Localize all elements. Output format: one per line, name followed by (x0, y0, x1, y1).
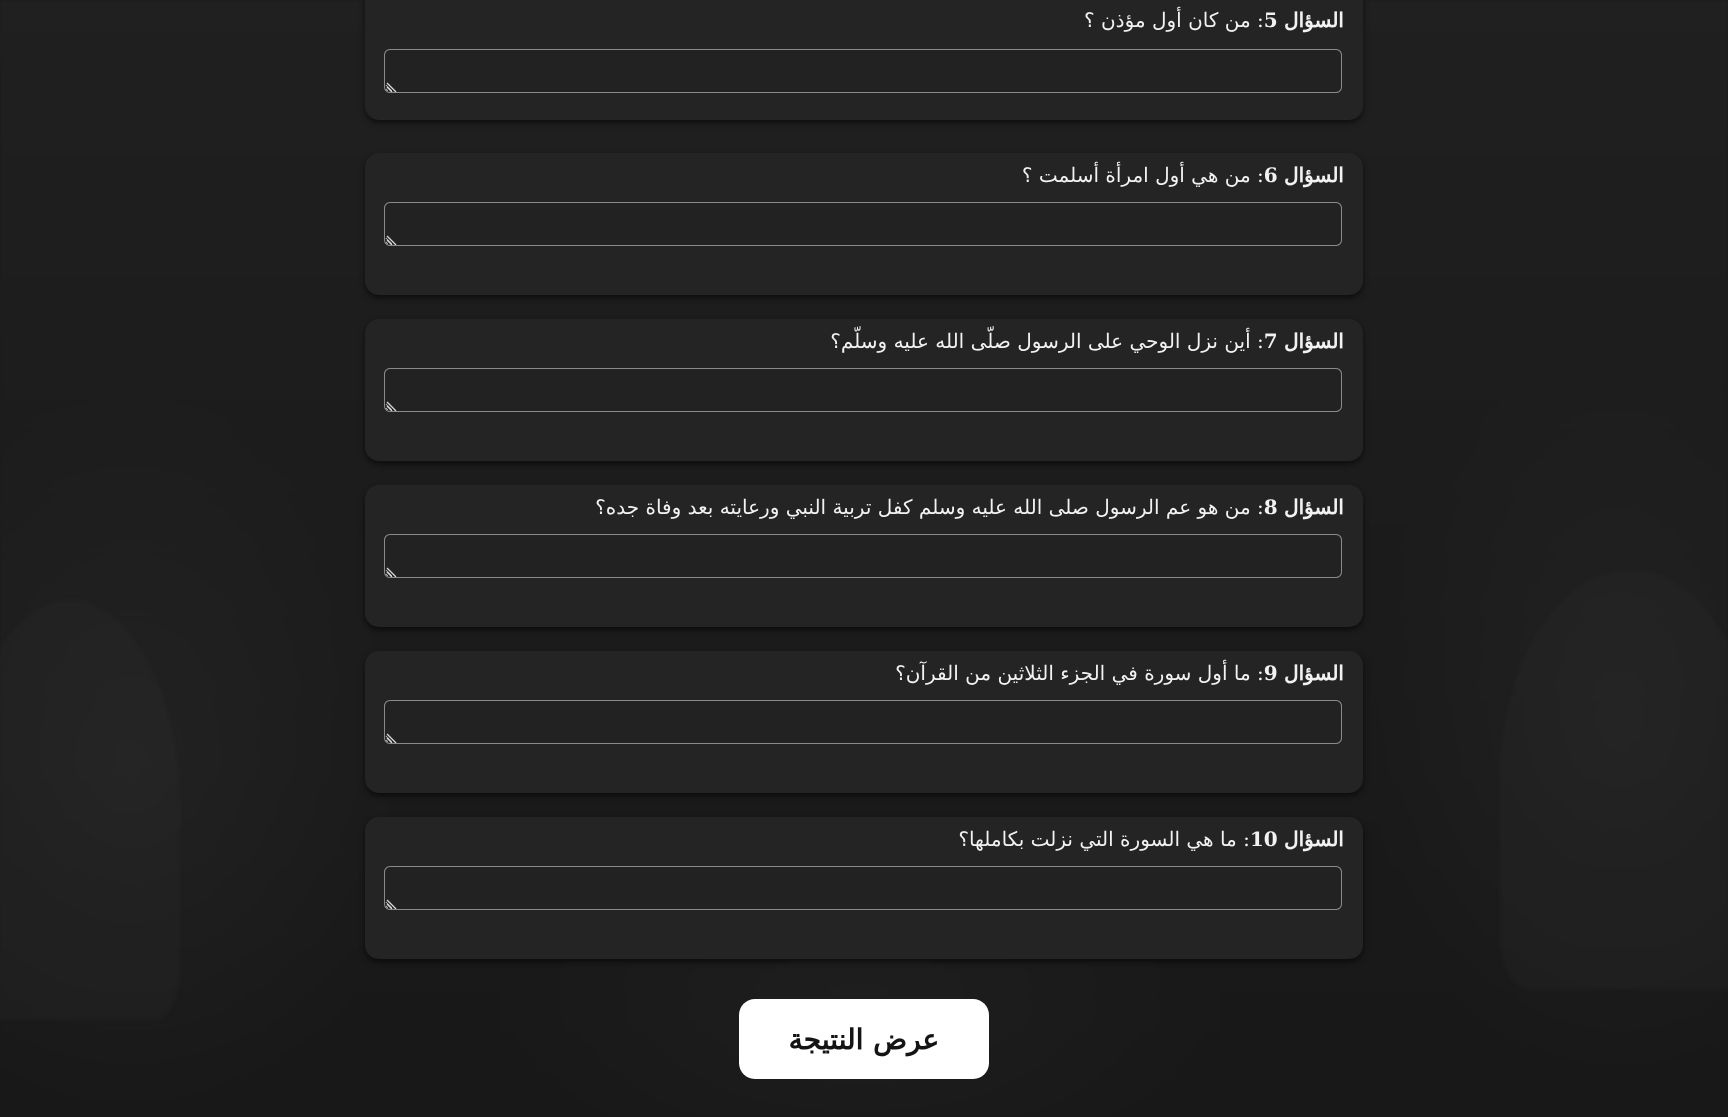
question-card: السؤال 10: ما هي السورة التي نزلت بكامله… (365, 817, 1363, 959)
question-label: السؤال (1284, 827, 1344, 851)
question-separator: : (1257, 8, 1264, 32)
question-body: ما أول سورة في الجزء الثلاثين من القرآن؟ (895, 661, 1251, 685)
question-separator: : (1257, 329, 1264, 353)
question-number: 9 (1263, 661, 1278, 685)
question-card: السؤال 6: من هي أول امرأة أسلمت ؟ (365, 153, 1363, 295)
question-text: السؤال 6: من هي أول امرأة أسلمت ؟ (1022, 161, 1344, 189)
question-number: 10 (1249, 827, 1278, 851)
question-card: السؤال 7: أين نزل الوحي على الرسول صلّى … (365, 319, 1363, 461)
answer-field[interactable] (384, 866, 1342, 910)
answer-field[interactable] (384, 202, 1342, 246)
question-card: السؤال 9: ما أول سورة في الجزء الثلاثين … (365, 651, 1363, 793)
question-body: من كان أول مؤذن ؟ (1084, 8, 1251, 32)
question-number: 5 (1263, 8, 1278, 32)
question-separator: : (1257, 163, 1264, 187)
question-label: السؤال (1284, 329, 1344, 353)
question-body: من هي أول امرأة أسلمت ؟ (1021, 163, 1251, 187)
question-number: 6 (1263, 163, 1278, 187)
question-number: 7 (1263, 329, 1278, 353)
answer-field[interactable] (384, 534, 1342, 578)
question-label: السؤال (1284, 163, 1344, 187)
question-body: ما هي السورة التي نزلت بكاملها؟ (958, 827, 1237, 851)
question-label: السؤال (1284, 661, 1344, 685)
question-text: السؤال 9: ما أول سورة في الجزء الثلاثين … (895, 659, 1344, 687)
question-text: السؤال 5: من كان أول مؤذن ؟ (1084, 6, 1344, 34)
question-text: السؤال 7: أين نزل الوحي على الرسول صلّى … (830, 327, 1344, 355)
show-result-button[interactable]: عرض النتيجة (739, 999, 989, 1079)
question-card: السؤال 5: من كان أول مؤذن ؟ (365, 0, 1363, 120)
answer-field[interactable] (384, 49, 1342, 93)
question-label: السؤال (1284, 495, 1344, 519)
answer-field[interactable] (384, 368, 1342, 412)
question-body: من هو عم الرسول صلى الله عليه وسلم كفل ت… (595, 495, 1251, 519)
question-label: السؤال (1284, 8, 1344, 32)
question-separator: : (1257, 495, 1264, 519)
question-separator: : (1243, 827, 1250, 851)
question-body: أين نزل الوحي على الرسول صلّى الله عليه … (830, 329, 1251, 353)
question-text: السؤال 10: ما هي السورة التي نزلت بكامله… (958, 825, 1344, 853)
question-number: 8 (1263, 495, 1278, 519)
question-text: السؤال 8: من هو عم الرسول صلى الله عليه … (595, 493, 1344, 521)
question-card: السؤال 8: من هو عم الرسول صلى الله عليه … (365, 485, 1363, 627)
question-separator: : (1257, 661, 1264, 685)
answer-field[interactable] (384, 700, 1342, 744)
